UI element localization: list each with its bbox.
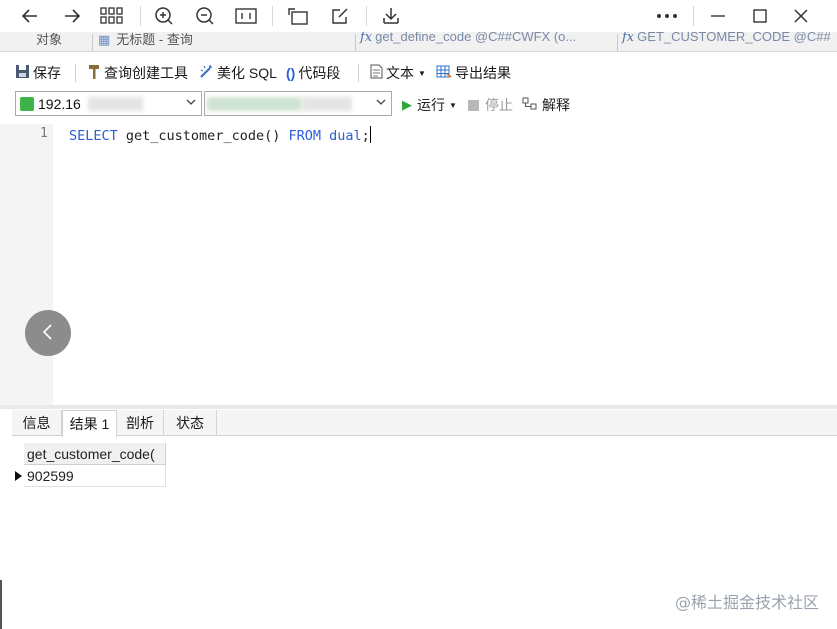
export-results-button[interactable]: 导出结果	[436, 63, 511, 83]
function-icon: fx	[622, 32, 635, 45]
sql-keyword: FROM	[288, 128, 321, 144]
grid-view-icon[interactable]	[100, 4, 124, 28]
dropdown-caret-icon: ▼	[449, 100, 457, 110]
tab-status[interactable]: 状态	[164, 410, 217, 436]
result-tabs: 信息 结果 1 剖析 状态	[12, 410, 837, 437]
stop-label: 停止	[485, 97, 513, 113]
stop-button[interactable]: 停止	[468, 95, 513, 115]
redacted-host	[88, 97, 143, 111]
image-viewer-toolbar	[0, 0, 837, 32]
connection-bar: 192.16 ▶ 运行 ▼ 停止 解释	[0, 91, 837, 118]
code-snippet-button[interactable]: () 代码段	[286, 63, 340, 83]
current-row-marker-icon	[12, 465, 24, 487]
query-tab-strip: 对象 ▦ 无标题 - 查询 fx get_define_code @C##CWFX …	[0, 32, 837, 52]
maximize-icon[interactable]	[748, 4, 772, 28]
sql-terminator: ;	[361, 128, 370, 144]
chevron-left-icon	[40, 323, 56, 344]
tab-untitled-query-label: 无标题 - 查询	[116, 32, 193, 47]
viewer-separator	[140, 6, 141, 26]
close-icon[interactable]	[789, 4, 813, 28]
connection-host: 192.16	[38, 95, 81, 112]
beautify-sql-label: 美化 SQL	[217, 65, 277, 81]
viewer-separator	[693, 6, 694, 26]
tab-get-define-code[interactable]: fx get_define_code @C##CWFX (o...	[360, 32, 576, 45]
function-icon: fx	[360, 32, 373, 45]
tab-divider	[355, 34, 356, 51]
actual-size-icon[interactable]	[234, 4, 258, 28]
query-tab-icon: ▦	[98, 32, 111, 47]
text-mode-dropdown[interactable]: 文本 ▼	[370, 63, 426, 83]
sql-code-line[interactable]: SELECT get_customer_code() FROM dual;	[69, 126, 371, 144]
save-button[interactable]: 保存	[15, 63, 61, 83]
tab-get-customer-code[interactable]: fx GET_CUSTOMER_CODE @C##	[622, 32, 831, 45]
minimize-icon[interactable]	[706, 4, 730, 28]
tab-result-1[interactable]: 结果 1	[62, 410, 117, 437]
save-label: 保存	[33, 65, 61, 81]
window-edge	[0, 580, 2, 629]
sql-editor[interactable]: 1 SELECT get_customer_code() FROM dual;	[12, 124, 837, 407]
pane-splitter[interactable]	[0, 405, 837, 409]
forward-arrow-icon[interactable]	[60, 4, 84, 28]
editor-left-margin	[0, 124, 12, 407]
line-number: 1	[40, 126, 48, 141]
tab-objects[interactable]: 对象	[36, 32, 62, 48]
sql-keyword: SELECT	[69, 128, 118, 144]
run-label: 运行	[417, 97, 445, 113]
explain-icon	[522, 97, 538, 114]
play-icon: ▶	[402, 97, 412, 112]
database-select[interactable]	[204, 91, 392, 116]
zoom-in-icon[interactable]	[152, 4, 176, 28]
viewer-previous-button[interactable]	[25, 310, 71, 356]
tab-info[interactable]: 信息	[12, 410, 62, 436]
document-icon	[370, 64, 383, 82]
explain-button[interactable]: 解释	[522, 95, 570, 115]
more-icon[interactable]	[655, 4, 679, 28]
edit-icon[interactable]	[328, 4, 352, 28]
save-icon	[15, 64, 30, 82]
code-snippet-label: 代码段	[298, 65, 341, 81]
viewer-separator	[272, 6, 273, 26]
table-cell[interactable]: 902599	[24, 465, 166, 487]
connection-select[interactable]: 192.16	[15, 91, 202, 116]
viewer-separator	[366, 6, 367, 26]
tab-get-customer-code-label: GET_CUSTOMER_CODE @C##	[637, 32, 831, 44]
toolbar-separator	[75, 64, 76, 82]
tab-get-define-code-label: get_define_code @C##CWFX (o...	[375, 32, 577, 44]
tab-divider	[617, 34, 618, 51]
rotate-icon[interactable]	[286, 4, 310, 28]
text-mode-label: 文本	[386, 65, 414, 81]
redacted-database	[302, 97, 352, 111]
redacted-database	[207, 97, 302, 111]
parentheses-icon: ()	[286, 65, 296, 81]
hammer-icon	[87, 64, 101, 83]
tab-divider	[92, 34, 93, 51]
editor-toolbar: 保存 查询创建工具 美化 SQL () 代码段 文本 ▼ 导出结果	[0, 60, 837, 86]
download-icon[interactable]	[379, 4, 403, 28]
sql-space	[321, 128, 329, 144]
column-header[interactable]: get_customer_code(	[24, 443, 166, 465]
zoom-out-icon[interactable]	[193, 4, 217, 28]
watermark: @稀土掘金技术社区	[674, 593, 819, 612]
sql-table-name: dual	[329, 128, 362, 144]
magic-wand-icon	[199, 64, 214, 82]
export-grid-icon	[436, 64, 452, 82]
dropdown-caret-icon: ▼	[418, 68, 426, 78]
tab-untitled-query[interactable]: ▦ 无标题 - 查询	[98, 32, 193, 48]
run-button[interactable]: ▶ 运行 ▼	[402, 95, 457, 115]
export-results-label: 导出结果	[455, 65, 511, 81]
beautify-sql-button[interactable]: 美化 SQL	[199, 63, 277, 83]
toolbar-separator	[358, 64, 359, 82]
explain-label: 解释	[542, 97, 570, 113]
chevron-down-icon	[185, 96, 197, 111]
tab-profile[interactable]: 剖析	[117, 410, 164, 436]
sql-function-call: get_customer_code()	[117, 128, 289, 144]
stop-icon	[468, 99, 479, 111]
back-arrow-icon[interactable]	[18, 4, 42, 28]
connection-icon	[20, 96, 34, 111]
chevron-down-icon	[375, 96, 387, 111]
line-number-gutter: 1	[12, 124, 53, 407]
query-builder-label: 查询创建工具	[104, 65, 188, 81]
query-builder-button[interactable]: 查询创建工具	[87, 63, 188, 83]
text-caret	[369, 126, 371, 143]
